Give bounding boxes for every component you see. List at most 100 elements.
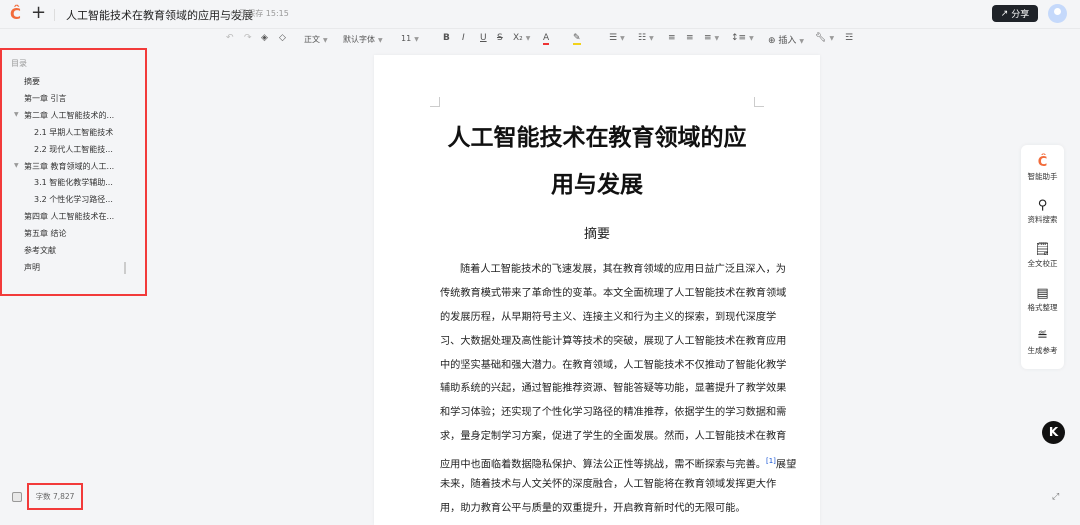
toc-item[interactable]: ▼ 第二章 人工智能技术的... — [14, 110, 115, 121]
line-spacing-icon[interactable]: ↕≡ ▼ — [731, 33, 754, 43]
toc-item-label: 参考文献 — [24, 246, 56, 255]
toc-item-label: 3.1 智能化教学辅助... — [34, 178, 113, 188]
toc-item[interactable]: 第四章 人工智能技术在... — [24, 211, 114, 222]
sidebar-toggle-icon[interactable] — [12, 492, 22, 502]
text-line: 习、大数据处理及高性能计算等技术的突破，展现了人工智能技术在教育应用 — [440, 334, 786, 358]
font-family-select[interactable]: 默认字体 ▼ — [343, 34, 383, 45]
text-line: 辅助系统的兴起，通过智能推荐资源、智能答疑等功能，显著提升了教学效果 — [440, 381, 786, 405]
research-search-button[interactable]: ⚲ 资料搜索 — [1021, 198, 1064, 225]
document-icon: ▤ — [1036, 286, 1049, 301]
text-line: 应用中也面临着数据隐私保护、算法公正性等挑战，需不断探索与完善。[1]展望 — [440, 453, 796, 477]
toc-item[interactable]: 第五章 结论 — [24, 228, 67, 239]
avatar[interactable] — [1048, 4, 1067, 23]
font-size-select[interactable]: 11 ▼ — [401, 34, 419, 43]
toc-item[interactable]: 3.2 个性化学习路径... — [34, 194, 113, 205]
label: 智能助手 — [1027, 172, 1058, 181]
toc-item[interactable]: 2.2 现代人工智能技... — [34, 144, 113, 155]
line-text: 习、大数据处理及高性能计算等技术的突破，展现了人工智能技术在教育应用 — [440, 335, 787, 347]
expand-arrow-icon[interactable]: ▼ — [14, 162, 19, 169]
margin-corner — [754, 97, 764, 107]
numbered-list-icon[interactable]: ☷ ▼ — [638, 33, 654, 43]
top-bar: Ĉ + 人工智能技术在教育领域的应用与发展 ⊙ 已保存 15:15 ↗ 分享 — [0, 0, 1080, 28]
citation-link[interactable]: [1] — [766, 457, 776, 465]
strikethrough-icon[interactable]: S — [497, 33, 503, 43]
indent-icon[interactable]: ≡ — [686, 33, 694, 43]
highlight-icon[interactable]: ✎ — [573, 33, 581, 45]
paragraph-style-select[interactable]: 正文 ▼ — [304, 34, 328, 45]
document-heading: 人工智能技术在教育领域的应 — [447, 124, 747, 151]
text-line: 求，量身定制学习方案，促进了学生的全面发展。然而，人工智能技术在教育 — [440, 429, 786, 453]
text-line: 的发展历程，从早期符号主义、连接主义和行为主义的探索，到现代深度学 — [440, 310, 776, 334]
align-icon[interactable]: ≡ ▼ — [704, 33, 719, 43]
toc-item-label: 第二章 人工智能技术的... — [24, 110, 115, 120]
font-family-value: 默认字体 — [343, 35, 375, 44]
toc-item-label: 声明 — [24, 262, 40, 272]
expand-arrow-icon[interactable]: ▼ — [14, 111, 19, 118]
bullet-list-icon[interactable]: ☰ ▼ — [609, 33, 625, 43]
proofread-button[interactable]: 🗒︎ 全文校正 — [1021, 242, 1064, 269]
saved-text: 已保存 15:15 — [239, 9, 289, 18]
scrollbar[interactable] — [124, 262, 126, 274]
toc-item[interactable]: 3.1 智能化教学辅助... — [34, 177, 113, 188]
find-replace-icon[interactable]: ☲ — [845, 33, 853, 43]
line-text: 未来，随着技术与人文关怀的深度融合，人工智能将在教育领域发挥更大作 — [440, 479, 777, 491]
toc-item[interactable]: 2.1 早期人工智能技术 — [34, 127, 113, 138]
format-painter-icon[interactable]: ◈ — [261, 33, 268, 43]
toc-item[interactable]: 声明 — [24, 262, 40, 273]
toc-item-label: 第三章 教育领域的人工... — [24, 161, 115, 171]
toc-item-label: 第五章 结论 — [24, 229, 67, 239]
line-text: 辅助系统的兴起，通过智能推荐资源、智能答疑等功能，显著提升了教学效果 — [440, 383, 787, 395]
document-heading: 用与发展 — [551, 171, 643, 198]
clear-format-icon[interactable]: ◇ — [279, 33, 286, 43]
toc-item[interactable]: 摘要 — [24, 76, 40, 87]
toc-item-label: 第一章 引言 — [24, 93, 67, 103]
label: 生成参考 — [1027, 346, 1058, 355]
paragraph-style-value: 正文 — [304, 35, 320, 44]
share-button[interactable]: ↗ 分享 — [992, 5, 1038, 22]
toc-item-label: 2.1 早期人工智能技术 — [34, 127, 114, 137]
toc-item-label: 摘要 — [24, 77, 40, 86]
ai-tools-panel: Ĉ 智能助手 ⚲ 资料搜索 🗒︎ 全文校正 ▤ 格式整理 ≝ 生成参考 — [1021, 145, 1064, 369]
fullscreen-icon[interactable]: ⤢ — [1052, 492, 1059, 502]
toc-item-label: 2.2 现代人工智能技... — [34, 144, 113, 154]
saved-status: ⊙ 已保存 15:15 — [230, 8, 289, 19]
line-text: 中的坚实基础和强大潜力。在教育领域，人工智能技术不仅推动了智能化教学 — [440, 359, 787, 371]
new-document-button[interactable]: + — [31, 2, 46, 23]
label: 全文校正 — [1027, 259, 1058, 268]
line-text: 传统教育模式带来了革命性的变革。本文全面梳理了人工智能技术在教育领域 — [440, 287, 787, 299]
chevron-down-icon: ▼ — [378, 37, 383, 44]
toc-item[interactable]: ▼ 第三章 教育领域的人工... — [14, 161, 115, 172]
line-text: 和学习体验；还实现了个性化学习路径的精准推荐，依据学生的学习数据和需 — [440, 407, 787, 419]
document-page[interactable]: 人工智能技术在教育领域的应 用与发展 摘要 随着人工智能技术的飞速发展，其在教育… — [374, 55, 820, 525]
document-title[interactable]: 人工智能技术在教育领域的应用与发展 — [66, 7, 253, 23]
chevron-down-icon: ▼ — [414, 36, 419, 43]
smart-assistant-button[interactable]: Ĉ 智能助手 — [1021, 155, 1064, 182]
section-heading: 摘要 — [583, 227, 610, 242]
italic-icon[interactable]: I — [462, 33, 465, 43]
line-text: 用，助力教育公平与质量的双重提升，开启教育新时代的无限可能。 — [440, 502, 746, 514]
text-line: 用，助力教育公平与质量的双重提升，开启教育新时代的无限可能。 — [440, 501, 755, 525]
outdent-icon[interactable]: ≡ — [668, 33, 676, 43]
toc-item-label: 第四章 人工智能技术在... — [24, 212, 115, 222]
toc-item[interactable]: 第一章 引言 — [24, 93, 67, 104]
generate-references-button[interactable]: ≝ 生成参考 — [1021, 329, 1064, 356]
font-size-value: 11 — [401, 34, 412, 43]
toc-item-label: 3.2 个性化学习路径... — [34, 195, 113, 205]
share-label: 分享 — [1011, 10, 1030, 20]
text-line: 传统教育模式带来了革命性的变革。本文全面梳理了人工智能技术在教育领域 — [440, 286, 786, 310]
toc-item[interactable]: 参考文献 — [24, 245, 56, 256]
underline-icon[interactable]: U — [480, 33, 487, 43]
margin-corner — [430, 97, 440, 107]
font-color-icon[interactable]: A — [543, 33, 550, 45]
bold-icon[interactable]: B — [443, 33, 450, 43]
format-toolbar: ↶ ↷ ◈ ◇ 正文 ▼ 默认字体 ▼ 11 ▼ B I U S X₂ ▼ A ✎ ☰ ▼… — [0, 28, 1080, 48]
insert-label: 插入 — [778, 36, 797, 46]
k-assistant-button[interactable]: K — [1042, 421, 1065, 444]
tools-icon[interactable]: 🔧︎ ▼ — [815, 33, 834, 43]
app-logo-icon[interactable]: Ĉ — [10, 5, 21, 23]
redo-icon[interactable]: ↷ — [244, 33, 252, 43]
format-tidy-button[interactable]: ▤ 格式整理 — [1021, 286, 1064, 313]
subscript-icon[interactable]: X₂ ▼ — [513, 33, 530, 43]
undo-icon[interactable]: ↶ — [226, 33, 234, 43]
insert-button[interactable]: ⊕ 插入 ▼ — [768, 33, 804, 46]
